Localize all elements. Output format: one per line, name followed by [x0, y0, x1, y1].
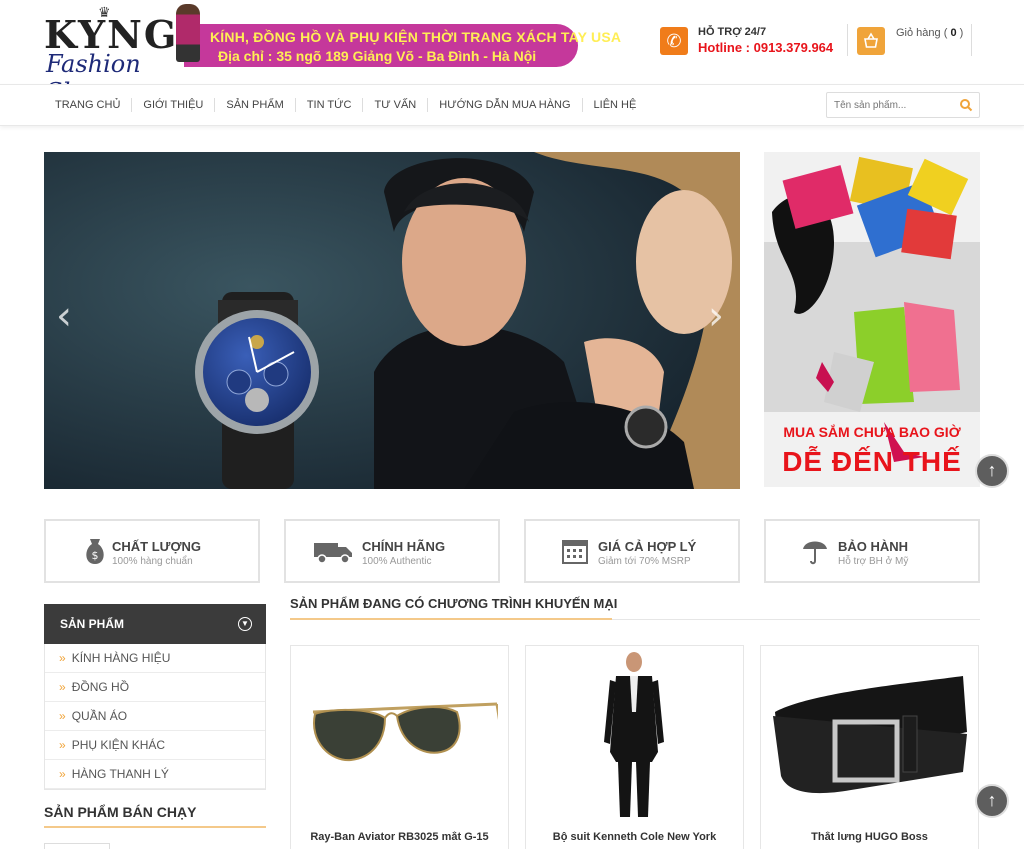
- category-item-label: PHỤ KIỆN KHÁC: [71, 738, 166, 752]
- best-seller-thumbnail[interactable]: [44, 843, 110, 849]
- nav-menu: TRANG CHỦ GIỚI THIỆU SẢN PHẨM TIN TỨC TƯ…: [44, 85, 647, 125]
- search-icon[interactable]: [959, 98, 973, 112]
- shopping-promo-banner[interactable]: MUA SẮM CHƯA BAO GIỜ DỄ ĐẾN THẾ: [764, 152, 980, 487]
- nav-item-buying-guide[interactable]: HƯỚNG DẪN MUA HÀNG: [428, 98, 583, 112]
- feature-subtitle: 100% hàng chuẩn: [112, 556, 193, 567]
- product-card[interactable]: Thắt lưng HUGO Boss: [760, 645, 979, 849]
- nav-item-home[interactable]: TRANG CHỦ: [44, 98, 133, 112]
- feature-authentic: CHÍNH HÃNG 100% Authentic: [284, 519, 500, 583]
- category-list: » KÍNH HÀNG HIỆU » ĐỒNG HỒ » QUẦN ÁO » PHỤ K…: [44, 644, 266, 790]
- slide-image: [44, 152, 740, 489]
- feature-warranty: BẢO HÀNH Hỗ trợ BH ở Mỹ: [764, 519, 980, 583]
- category-item-label: HÀNG THANH LÝ: [71, 767, 169, 781]
- feature-subtitle: 100% Authentic: [362, 556, 432, 567]
- product-image-sunglasses: [312, 702, 498, 762]
- product-card[interactable]: Bộ suit Kenneth Cole New York: [525, 645, 744, 849]
- nav-item-about[interactable]: GIỚI THIỆU: [132, 98, 216, 112]
- slider-prev-arrow[interactable]: ‹: [52, 296, 76, 336]
- feature-price: GIÁ CẢ HỢP LÝ Giảm tới 70% MSRP: [524, 519, 740, 583]
- product-image-belt: [773, 676, 967, 794]
- svg-text:$: $: [92, 549, 99, 562]
- phone-icon: ✆: [660, 27, 688, 55]
- feature-subtitle: Hỗ trợ BH ở Mỹ: [838, 556, 909, 567]
- product-search: [826, 92, 980, 118]
- feature-subtitle: Giảm tới 70% MSRP: [598, 556, 691, 567]
- scroll-to-top-button[interactable]: ↑: [975, 784, 1009, 818]
- feature-title: GIÁ CẢ HỢP LÝ: [598, 539, 697, 554]
- promo-banner-line1: MUA SẮM CHƯA BAO GIỜ: [783, 424, 961, 440]
- header-banner: KÍNH, ĐỒNG HỒ VÀ PHỤ KIỆN THỜI TRANG XÁC…: [184, 24, 621, 67]
- money-bag-icon: $: [82, 537, 108, 565]
- header-divider: [971, 24, 972, 56]
- section-divider-accent: [44, 826, 266, 828]
- feature-quality: $ CHẤT LƯỢNG 100% hàng chuẩn: [44, 519, 260, 583]
- banner-address: Địa chỉ : 35 ngõ 189 Giảng Võ - Ba Đình …: [218, 48, 537, 64]
- product-name[interactable]: Thắt lưng HUGO Boss: [761, 831, 978, 843]
- chevron-right-icon: »: [59, 709, 66, 723]
- nav-item-products[interactable]: SẢN PHẨM: [215, 98, 296, 112]
- section-divider-accent: [290, 618, 612, 620]
- category-title: SẢN PHẨM: [60, 617, 125, 631]
- umbrella-icon: [802, 537, 828, 565]
- chevron-right-icon: »: [59, 767, 66, 781]
- category-item-accessories[interactable]: » PHỤ KIỆN KHÁC: [45, 731, 265, 760]
- shop-logo[interactable]: ♛ KYNG Fashion Shop: [44, 4, 184, 106]
- category-item-label: QUẦN ÁO: [71, 709, 128, 723]
- cart-label-text: Giỏ hàng (: [896, 27, 948, 39]
- product-name[interactable]: Ray-Ban Aviator RB3025 mắt G-15: [291, 831, 508, 843]
- product-image-suit: [604, 652, 664, 817]
- nav-item-news[interactable]: TIN TỨC: [296, 98, 364, 112]
- category-item-clothes[interactable]: » QUẦN ÁO: [45, 702, 265, 731]
- category-item-label: KÍNH HÀNG HIỆU: [71, 651, 171, 665]
- feature-title: CHẤT LƯỢNG: [112, 539, 202, 554]
- chevron-down-icon[interactable]: ▼: [238, 617, 252, 631]
- chevron-right-icon: »: [59, 651, 66, 665]
- cart-link[interactable]: Giỏ hàng ( 0 ): [896, 27, 963, 39]
- chevron-right-icon: »: [59, 738, 66, 752]
- hotline-number[interactable]: Hotline : 0913.379.964: [698, 40, 833, 55]
- calendar-icon: [562, 537, 588, 565]
- product-card[interactable]: Ray-Ban Aviator RB3025 mắt G-15: [290, 645, 509, 849]
- feature-title: CHÍNH HÃNG: [362, 539, 446, 554]
- product-name[interactable]: Bộ suit Kenneth Cole New York: [526, 831, 743, 843]
- best-sellers-title: SẢN PHẨM BÁN CHẠY: [44, 804, 197, 820]
- category-item-clearance[interactable]: » HÀNG THANH LÝ: [45, 760, 265, 789]
- truck-icon: [312, 537, 354, 565]
- hero-slider[interactable]: ‹ ›: [44, 152, 740, 489]
- category-header[interactable]: SẢN PHẨM ▼: [44, 604, 266, 644]
- main-nav: TRANG CHỦ GIỚI THIỆU SẢN PHẨM TIN TỨC TƯ…: [0, 84, 1024, 126]
- promo-banner-line2: DỄ ĐẾN THẾ: [782, 446, 962, 477]
- site-header: ♛ KYNG Fashion Shop KÍNH, ĐỒNG HỒ VÀ PHỤ…: [0, 0, 1024, 106]
- chevron-right-icon: »: [59, 680, 66, 694]
- scroll-to-top-button[interactable]: ↑: [975, 454, 1009, 488]
- cart-label-close: ): [959, 27, 964, 39]
- category-item-glasses[interactable]: » KÍNH HÀNG HIỆU: [45, 644, 265, 673]
- cart-basket-icon[interactable]: [857, 27, 885, 55]
- model-figure-image: [176, 4, 200, 62]
- nav-item-contact[interactable]: LIÊN HỆ: [583, 98, 648, 112]
- slider-next-arrow[interactable]: ›: [704, 296, 728, 336]
- nav-item-advice[interactable]: TƯ VẤN: [363, 98, 429, 112]
- promo-section-title: SẢN PHẨM ĐANG CÓ CHƯƠNG TRÌNH KHUYẾN MẠI: [290, 596, 618, 611]
- search-input[interactable]: [827, 93, 955, 117]
- category-item-watches[interactable]: » ĐỒNG HỒ: [45, 673, 265, 702]
- cart-count: 0: [950, 27, 957, 39]
- banner-tagline: KÍNH, ĐỒNG HỒ VÀ PHỤ KIỆN THỜI TRANG XÁC…: [210, 29, 622, 45]
- category-item-label: ĐỒNG HỒ: [71, 680, 130, 694]
- support-label: HỖ TRỢ 24/7: [698, 26, 767, 38]
- header-divider: [847, 24, 848, 56]
- feature-title: BẢO HÀNH: [838, 539, 909, 554]
